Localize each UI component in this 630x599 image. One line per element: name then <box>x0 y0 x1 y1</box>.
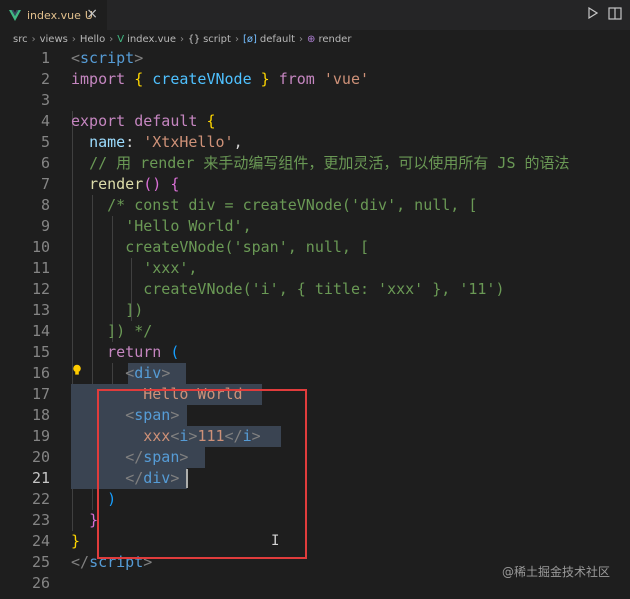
line-number: 23 <box>31 511 50 529</box>
line-number: 7 <box>40 175 50 193</box>
code-line-8: /* const div = createVNode('div', null, … <box>107 196 478 214</box>
code-line-15: return ( <box>107 343 180 361</box>
breadcrumb-render[interactable]: render <box>318 34 351 45</box>
breadcrumb-views[interactable]: views <box>40 34 68 45</box>
code-line-10: createVNode('span', null, [ <box>125 238 370 256</box>
code-editor[interactable]: 1 2 3 4 5 6 7 8 9 10 11 12 13 14 15 16 1… <box>0 48 630 599</box>
close-icon[interactable]: × <box>86 6 98 22</box>
chevron-right-icon: › <box>109 33 114 45</box>
line-number: 11 <box>31 259 50 277</box>
code-line-16: <div> <box>125 364 171 382</box>
code-line-23: } <box>89 511 99 529</box>
breadcrumb-hello[interactable]: Hello <box>80 34 105 45</box>
chevron-right-icon: › <box>180 33 185 45</box>
line-number: 6 <box>40 154 50 172</box>
line-number: 2 <box>40 70 50 88</box>
line-number: 26 <box>31 574 50 592</box>
breadcrumb-src[interactable]: src <box>13 34 28 45</box>
watermark: @稀土掘金技术社区 <box>501 565 610 579</box>
code-line-4: export default { <box>71 112 216 130</box>
braces-icon: {} <box>188 33 201 45</box>
chevron-right-icon: › <box>71 33 76 45</box>
vue-file-icon <box>9 9 21 21</box>
line-number: 9 <box>40 217 50 235</box>
line-number: 19 <box>31 427 50 445</box>
chevron-right-icon: › <box>31 33 36 45</box>
line-number: 3 <box>40 91 50 109</box>
method-icon: ⊕ <box>307 33 316 45</box>
line-number: 20 <box>31 448 50 466</box>
text-cursor-icon: I <box>271 533 280 549</box>
code-line-2: import { createVNode } from 'vue' <box>71 70 370 88</box>
line-number: 1 <box>40 49 50 67</box>
editor-actions <box>588 7 622 20</box>
editor-tab-bar: index.vue U × <box>0 0 630 30</box>
line-number: 14 <box>31 322 50 340</box>
code-line-14: ]) */ <box>107 322 153 340</box>
chevron-right-icon: › <box>299 33 304 45</box>
code-line-11: 'xxx', <box>143 259 198 277</box>
chevron-right-icon: › <box>234 33 239 45</box>
code-line-24: } <box>71 532 81 550</box>
line-number: 10 <box>31 238 50 256</box>
line-number: 18 <box>31 406 50 424</box>
code-line-13: ]) <box>125 301 144 319</box>
code-line-1: <script> <box>71 49 144 67</box>
code-line-12: createVNode('i', { title: 'xxx' }, '11') <box>143 280 505 298</box>
breadcrumb-script[interactable]: script <box>203 34 231 45</box>
line-number: 8 <box>40 196 50 214</box>
code-line-6: // 用 render 来手动编写组件，更加灵活，可以使用所有 JS 的语法 <box>89 154 570 172</box>
vue-file-icon: V <box>117 33 125 45</box>
line-number-active: 21 <box>31 469 50 487</box>
line-number-gutter: 1 2 3 4 5 6 7 8 9 10 11 12 13 14 15 16 1… <box>0 48 58 599</box>
tab-title: index.vue <box>27 8 81 22</box>
code-line-7: render() { <box>89 175 180 193</box>
line-number: 24 <box>31 532 50 550</box>
breadcrumb-default[interactable]: default <box>260 34 295 45</box>
split-editor-icon[interactable] <box>608 7 622 20</box>
line-number: 15 <box>31 343 50 361</box>
code-line-9: 'Hello World', <box>125 217 252 235</box>
code-line-5: name: 'XtxHello', <box>89 133 243 151</box>
line-number: 4 <box>40 112 50 130</box>
lightbulb-icon[interactable] <box>72 364 82 376</box>
line-number: 16 <box>31 364 50 382</box>
line-number: 17 <box>31 385 50 403</box>
line-number: 25 <box>31 553 50 571</box>
variable-icon: [ø] <box>242 33 257 45</box>
line-number: 22 <box>31 490 50 508</box>
tab-index-vue[interactable]: index.vue U × <box>0 0 107 30</box>
line-number: 13 <box>31 301 50 319</box>
breadcrumb: src › views › Hello › V index.vue › {} s… <box>0 30 630 48</box>
breadcrumb-index-vue[interactable]: index.vue <box>127 34 176 45</box>
line-number: 12 <box>31 280 50 298</box>
run-icon[interactable] <box>588 7 598 19</box>
line-number: 5 <box>40 133 50 151</box>
